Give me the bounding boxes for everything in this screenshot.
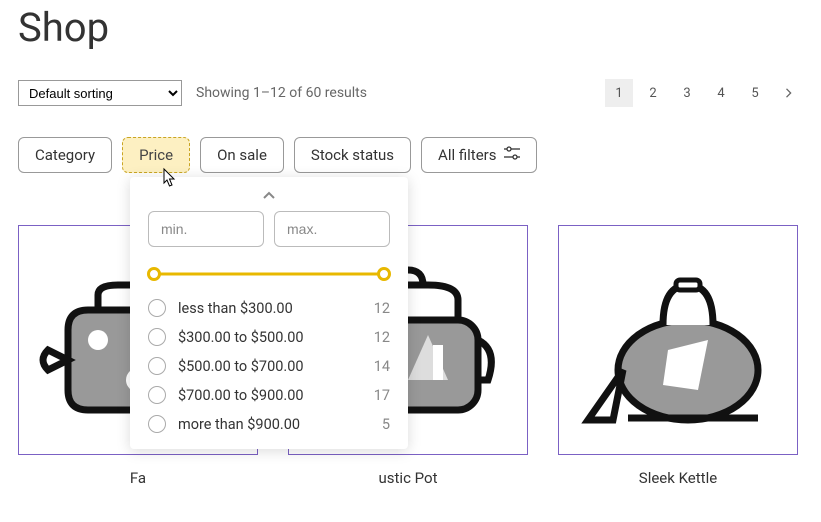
slider-handle-min[interactable]: [147, 267, 161, 281]
page-2[interactable]: 2: [639, 79, 667, 107]
chevron-right-icon: [785, 88, 793, 98]
price-option-2[interactable]: $500.00 to $700.00 14: [148, 357, 390, 375]
sort-select[interactable]: Default sorting: [18, 80, 182, 106]
radio-icon: [148, 386, 166, 404]
product-title: ustic Pot: [288, 469, 528, 487]
price-max-input[interactable]: [274, 211, 390, 247]
all-filters-label: All filters: [438, 146, 496, 164]
filter-on-sale[interactable]: On sale: [200, 137, 284, 173]
price-option-count: 17: [374, 387, 390, 404]
toolbar: Default sorting Showing 1–12 of 60 resul…: [18, 79, 803, 107]
price-min-input[interactable]: [148, 211, 264, 247]
filter-all-filters[interactable]: All filters: [421, 137, 537, 173]
product-title: Sleek Kettle: [558, 469, 798, 487]
price-option-1[interactable]: $300.00 to $500.00 12: [148, 328, 390, 346]
radio-icon: [148, 328, 166, 346]
price-option-count: 12: [374, 300, 390, 317]
page-title: Shop: [18, 4, 803, 51]
page-3[interactable]: 3: [673, 79, 701, 107]
page-next[interactable]: [775, 79, 803, 107]
filter-stock-status[interactable]: Stock status: [294, 137, 411, 173]
price-option-label: less than $300.00: [178, 300, 362, 317]
price-slider[interactable]: [154, 267, 384, 281]
filter-price[interactable]: Price: [122, 137, 190, 173]
price-option-4[interactable]: more than $900.00 5: [148, 415, 390, 433]
radio-icon: [148, 357, 166, 375]
page-1[interactable]: 1: [605, 79, 633, 107]
product-title: Fa: [18, 469, 258, 487]
product-image: [558, 225, 798, 455]
price-filter-panel: less than $300.00 12 $300.00 to $500.00 …: [130, 177, 408, 449]
radio-icon: [148, 299, 166, 317]
page-5[interactable]: 5: [741, 79, 769, 107]
price-option-label: more than $900.00: [178, 416, 370, 433]
price-option-label: $700.00 to $900.00: [178, 387, 362, 404]
slider-handle-max[interactable]: [377, 267, 391, 281]
product-card-2[interactable]: Sleek Kettle: [558, 225, 798, 489]
price-option-label: $300.00 to $500.00: [178, 329, 362, 346]
sliders-icon: [504, 146, 520, 164]
pagination: 1 2 3 4 5: [605, 79, 803, 107]
slider-track-line: [154, 273, 384, 276]
price-option-count: 14: [374, 358, 390, 375]
price-option-0[interactable]: less than $300.00 12: [148, 299, 390, 317]
price-option-label: $500.00 to $700.00: [178, 358, 362, 375]
filters-row: Category Price On sale Stock status All …: [18, 137, 803, 173]
collapse-button[interactable]: [148, 191, 390, 201]
price-option-count: 5: [382, 416, 390, 433]
radio-icon: [148, 415, 166, 433]
price-option-3[interactable]: $700.00 to $900.00 17: [148, 386, 390, 404]
page-4[interactable]: 4: [707, 79, 735, 107]
price-options-list: less than $300.00 12 $300.00 to $500.00 …: [148, 299, 390, 433]
filter-category[interactable]: Category: [18, 137, 112, 173]
result-count: Showing 1–12 of 60 results: [196, 85, 591, 101]
chevron-up-icon: [262, 191, 276, 201]
price-option-count: 12: [374, 329, 390, 346]
price-range-inputs: [148, 211, 390, 247]
